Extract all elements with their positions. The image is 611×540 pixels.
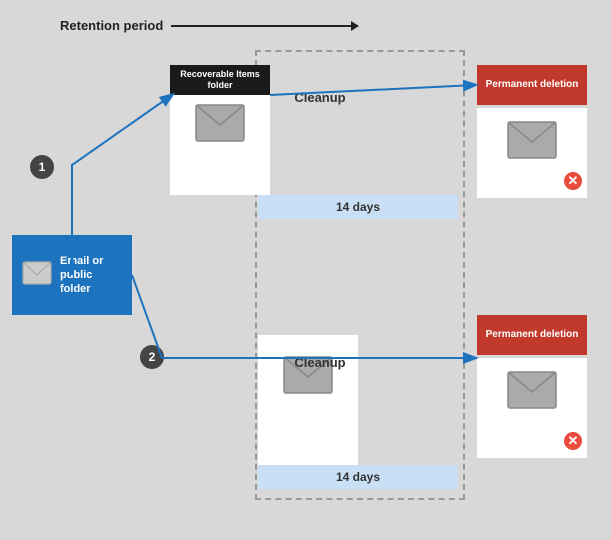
envelope-top-card xyxy=(194,103,246,148)
perm-delete-top-box: Permanent deletion xyxy=(477,65,587,105)
recoverable-folder-label: Recoverable Items folder xyxy=(175,69,265,91)
email-folder-box: Email or public folder xyxy=(12,235,132,315)
days-top-label: 14 days xyxy=(336,200,380,214)
red-x-bottom: ✕ xyxy=(562,430,584,452)
retention-arrow xyxy=(171,21,359,31)
days-box-bottom: 14 days xyxy=(258,465,458,489)
envelope-perm-bottom xyxy=(506,370,558,415)
red-x-top: ✕ xyxy=(562,170,584,192)
envelope-perm-top xyxy=(506,120,558,165)
perm-delete-bottom-box: Permanent deletion xyxy=(477,315,587,355)
retention-arrow-head xyxy=(351,21,359,31)
badge-1: 1 xyxy=(30,155,54,179)
days-box-top: 14 days xyxy=(258,195,458,219)
cleanup-top-label: Cleanup xyxy=(280,90,360,105)
perm-delete-top-label: Permanent deletion xyxy=(486,79,579,91)
recoverable-items-card: Recoverable Items folder xyxy=(170,65,270,195)
email-folder-label: Email or public folder xyxy=(60,254,122,297)
email-folder-icon xyxy=(22,261,52,290)
badge-2: 2 xyxy=(140,345,164,369)
perm-delete-bottom-label: Permanent deletion xyxy=(486,329,579,341)
retention-period-label: Retention period xyxy=(60,18,359,33)
recoverable-items-folder: Recoverable Items folder xyxy=(170,65,270,95)
retention-text: Retention period xyxy=(60,18,163,33)
diagram-container: Retention period Recoverable Items folde… xyxy=(0,0,611,540)
cleanup-bottom-label: Cleanup xyxy=(280,355,360,370)
days-bottom-label: 14 days xyxy=(336,470,380,484)
retention-arrow-line xyxy=(171,25,351,27)
